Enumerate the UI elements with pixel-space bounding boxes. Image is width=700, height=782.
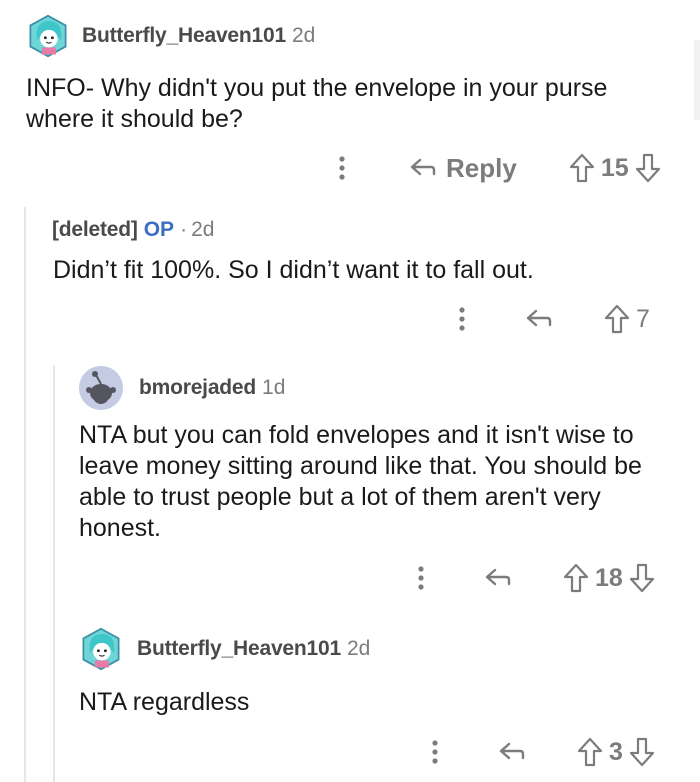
more-options-button[interactable] <box>330 155 354 181</box>
default-snoo-avatar-icon <box>79 366 123 410</box>
comment-actions: 3 <box>423 732 655 772</box>
comment-username[interactable]: Butterfly_Heaven101 <box>137 637 341 661</box>
more-options-button[interactable] <box>409 565 433 591</box>
upvote-arrow-icon <box>577 737 603 767</box>
vote-count: 18 <box>595 563 623 592</box>
comment-username[interactable]: bmorejaded <box>139 376 256 400</box>
user-avatar[interactable] <box>79 627 123 671</box>
comment-timestamp: 2d <box>191 218 215 241</box>
downvote-button[interactable] <box>635 153 661 183</box>
reply-arrow-icon <box>410 158 436 176</box>
snoo-avatar-teal-hair-icon <box>82 627 120 671</box>
comment-actions: 7 <box>450 299 656 339</box>
op-badge: OP <box>143 218 175 241</box>
scrollbar-track[interactable] <box>694 40 700 120</box>
vote-count: 3 <box>609 737 623 766</box>
vote-count: 15 <box>600 153 629 182</box>
reply-arrow-icon <box>526 309 552 327</box>
upvote-button[interactable] <box>604 304 630 334</box>
more-vertical-icon <box>339 156 345 180</box>
downvote-arrow-icon <box>635 153 660 183</box>
comment-body: NTA regardless <box>79 688 250 716</box>
reply-button[interactable] <box>524 308 552 330</box>
comment-username[interactable]: [deleted] <box>52 218 138 242</box>
snoo-avatar-teal-hair-icon <box>29 14 67 58</box>
comment-actions: 18 <box>409 558 655 598</box>
user-avatar[interactable] <box>79 366 123 410</box>
upvote-arrow-icon <box>604 304 630 334</box>
more-options-button[interactable] <box>423 739 447 765</box>
comment-header: Butterfly_Heaven101 2d <box>26 14 315 58</box>
reply-arrow-icon <box>499 742 525 760</box>
thread-line <box>24 207 26 782</box>
more-options-button[interactable] <box>450 306 474 332</box>
comment-actions: Reply 15 <box>330 148 661 188</box>
reply-arrow-icon <box>485 568 511 586</box>
comment-header: [deleted] OP · 2d <box>40 208 214 252</box>
upvote-button[interactable] <box>569 153 595 183</box>
thread-line <box>53 365 55 782</box>
comment-body: NTA but you can fold envelopes and it is… <box>79 421 642 542</box>
downvote-button[interactable] <box>629 563 655 593</box>
upvote-arrow-icon <box>563 563 589 593</box>
comment-timestamp: 1d <box>262 376 286 399</box>
downvote-arrow-icon <box>629 737 655 767</box>
reply-button[interactable] <box>483 567 511 589</box>
comment-body: Didn’t fit 100%. So I didn’t want it to … <box>53 256 534 284</box>
upvote-arrow-icon <box>569 153 594 183</box>
more-vertical-icon <box>432 740 438 764</box>
comment-body: INFO- Why didn't you put the envelope in… <box>26 74 608 133</box>
more-vertical-icon <box>459 307 465 331</box>
upvote-button[interactable] <box>563 563 589 593</box>
comment-header: bmorejaded 1d <box>79 366 285 410</box>
upvote-button[interactable] <box>577 737 603 767</box>
reply-button[interactable] <box>497 741 525 763</box>
comment-timestamp: 2d <box>291 24 316 47</box>
vote-count: 7 <box>636 304 650 333</box>
comment-header: Butterfly_Heaven101 2d <box>79 627 370 671</box>
downvote-button[interactable] <box>629 737 655 767</box>
comment-username[interactable]: Butterfly_Heaven101 <box>82 24 286 48</box>
comment-timestamp: 2d <box>346 637 371 660</box>
dot-separator: · <box>180 218 188 241</box>
reply-button[interactable]: Reply <box>408 153 517 184</box>
downvote-arrow-icon <box>629 563 654 593</box>
reply-label: Reply <box>446 152 517 183</box>
more-vertical-icon <box>418 566 424 590</box>
user-avatar[interactable] <box>26 14 70 58</box>
